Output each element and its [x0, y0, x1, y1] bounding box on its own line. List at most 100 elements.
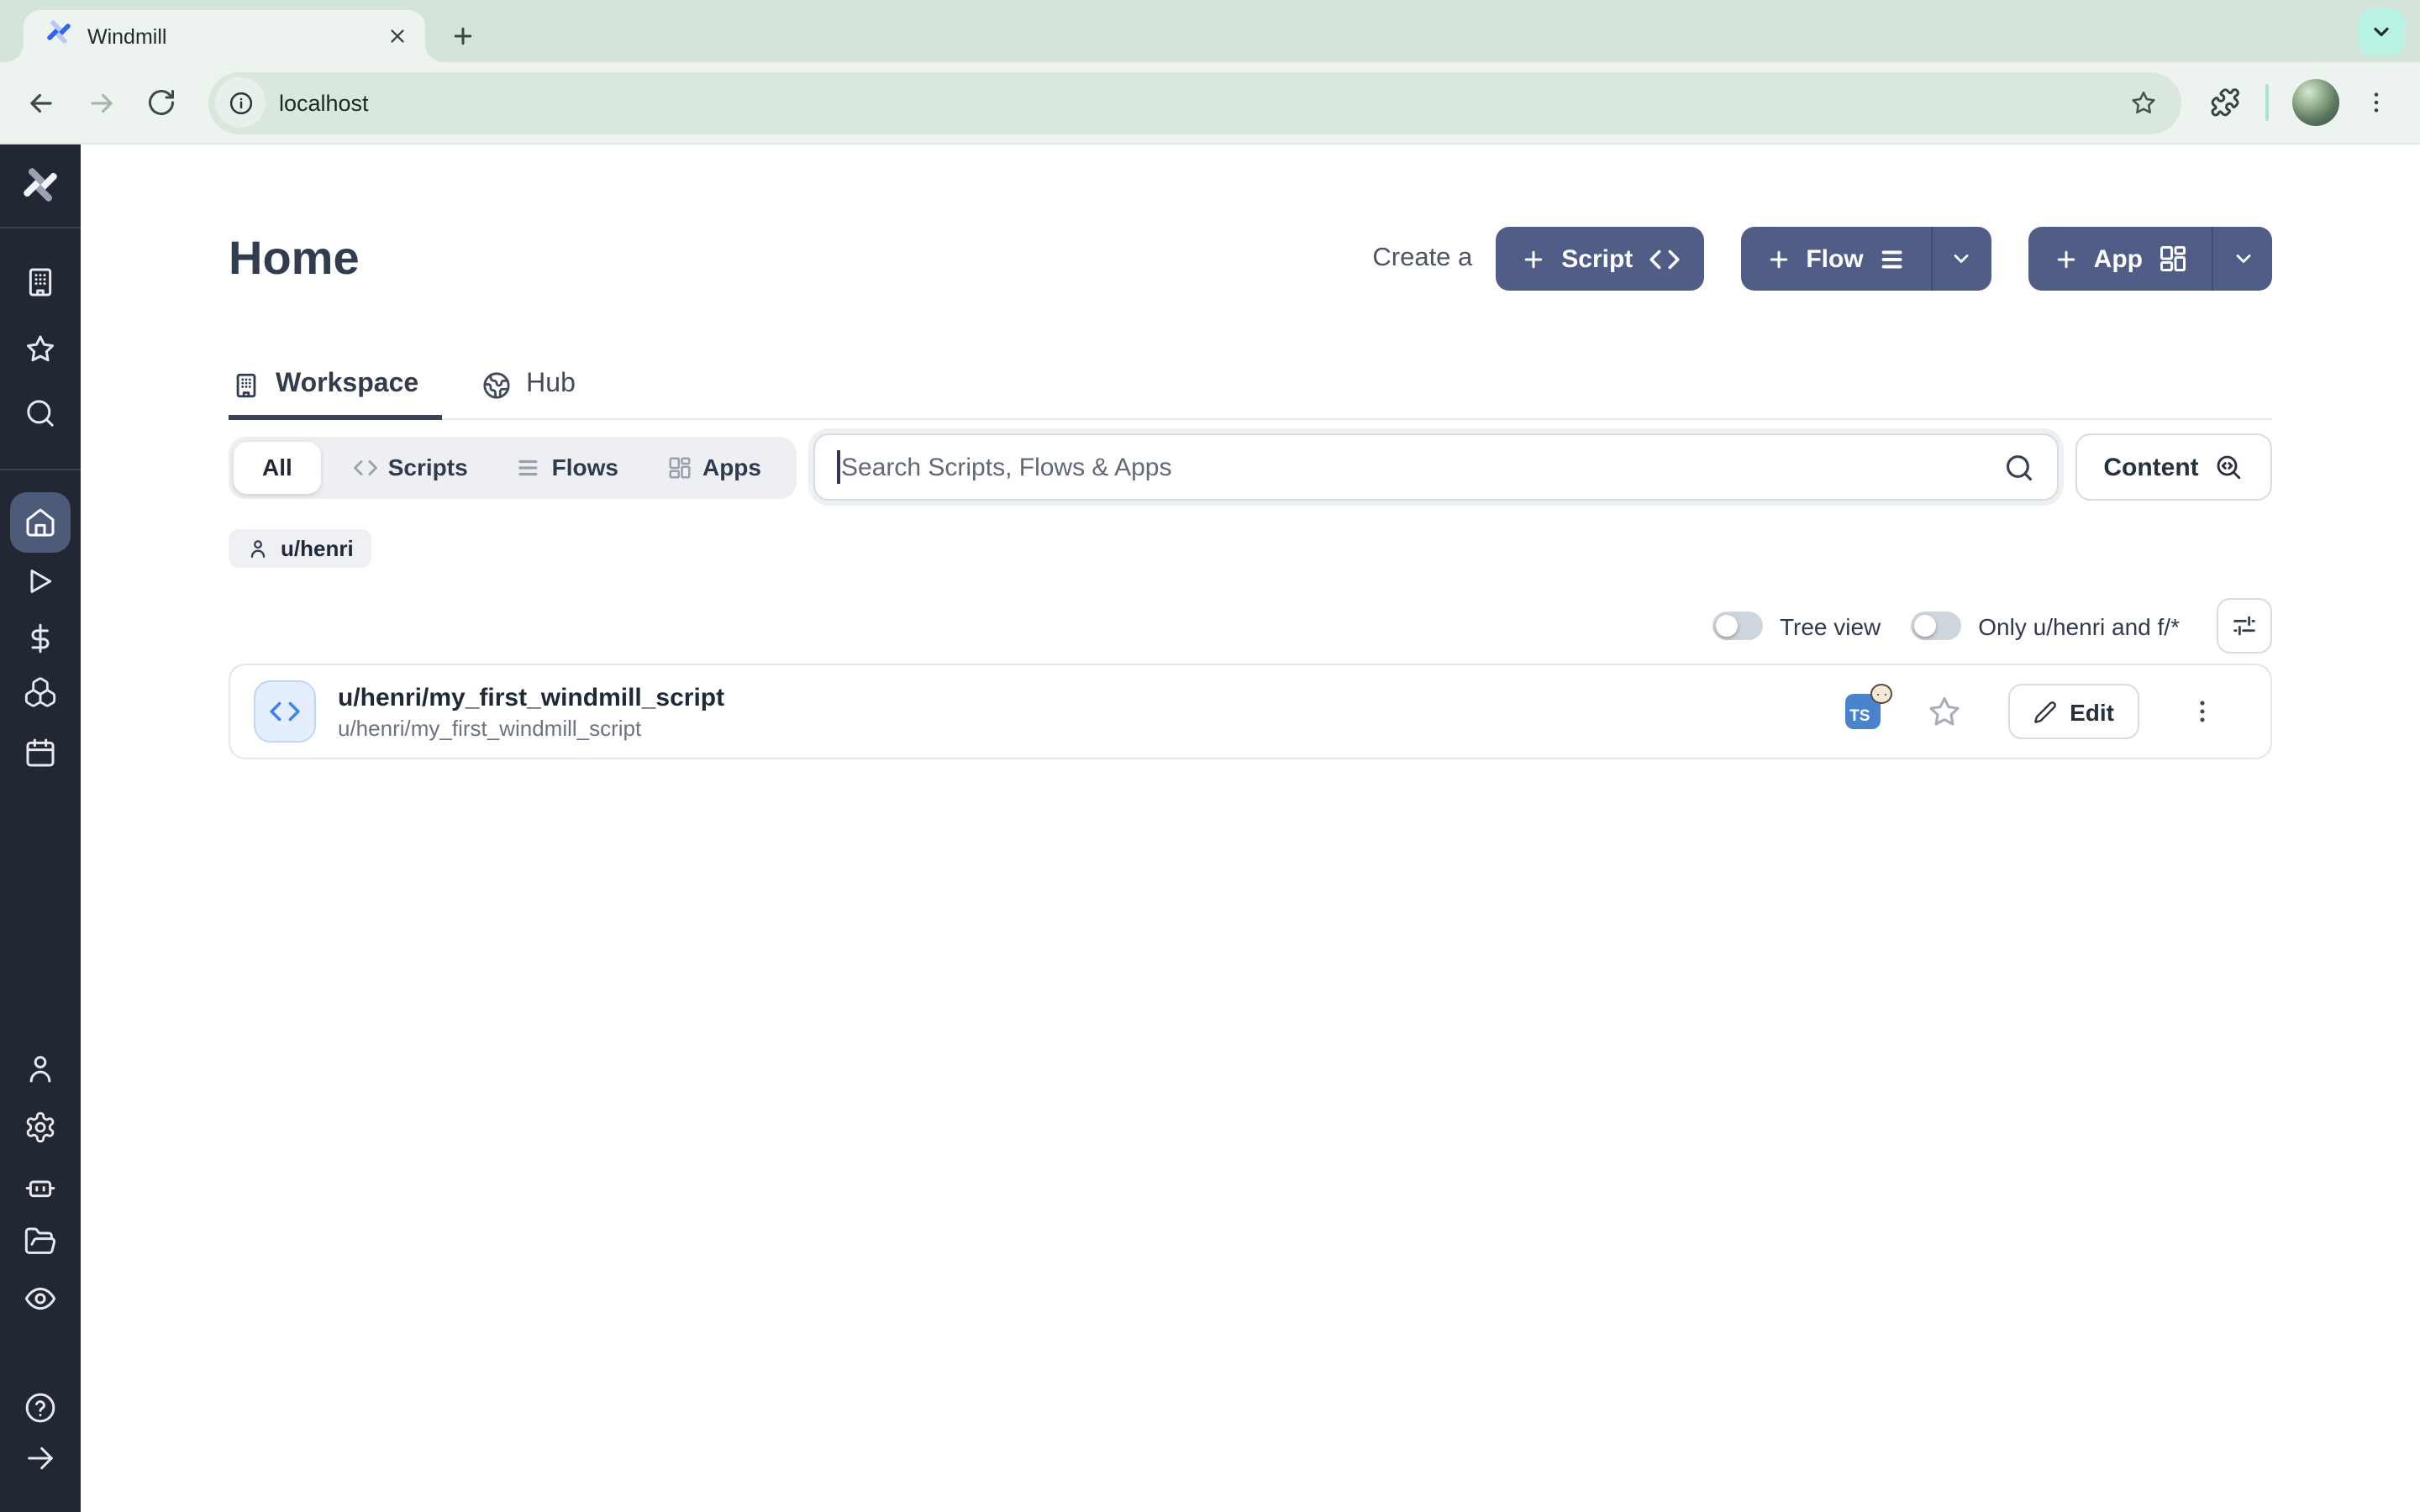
filter-scripts-label: Scripts	[388, 454, 468, 480]
reload-button[interactable]	[134, 76, 188, 129]
flow-lines-icon	[1879, 244, 1907, 273]
create-flow-label: Flow	[1806, 244, 1863, 273]
sidebar-gear-icon[interactable]	[24, 1110, 57, 1144]
search-magnifier-icon	[2003, 451, 2035, 483]
create-flow-button[interactable]: Flow	[1740, 227, 1930, 291]
building-icon	[232, 370, 260, 399]
forward-button[interactable]	[74, 76, 128, 129]
owner-chip[interactable]: u/henri	[229, 529, 372, 568]
edit-button[interactable]: Edit	[2007, 684, 2139, 739]
owner-chip-label: u/henri	[281, 536, 354, 561]
windmill-favicon-icon	[45, 18, 72, 54]
browser-toolbar: localhost	[0, 62, 2420, 144]
create-a-label: Create a	[1372, 244, 1472, 274]
browser-tab-strip: Windmill	[0, 0, 2420, 62]
filter-apps-label: Apps	[702, 454, 761, 480]
site-info-icon[interactable]	[215, 77, 266, 128]
filter-apps[interactable]: Apps	[650, 454, 778, 480]
sidebar	[0, 144, 81, 1512]
typescript-badge: TS	[1844, 694, 1880, 729]
sidebar-expand-arrow-icon[interactable]	[24, 1441, 57, 1475]
sidebar-building-icon[interactable]	[24, 265, 57, 299]
create-script-label: Script	[1561, 244, 1633, 273]
plus-icon	[1765, 246, 1791, 271]
script-title[interactable]: u/henri/my_first_windmill_script	[338, 681, 1844, 713]
app-grid-icon	[2158, 244, 2188, 274]
search-placeholder: Search Scripts, Flows & Apps	[841, 453, 2003, 481]
browser-tab[interactable]: Windmill	[24, 10, 425, 62]
create-app-label: App	[2094, 244, 2143, 273]
create-flow-dropdown-chevron[interactable]	[1931, 227, 1991, 291]
person-icon	[247, 538, 269, 559]
sidebar-star-icon[interactable]	[24, 333, 57, 366]
sidebar-dollar-icon[interactable]	[24, 622, 57, 655]
page-title: Home	[229, 232, 1372, 286]
tab-title: Windmill	[87, 24, 383, 48]
sidebar-folder-open-icon[interactable]	[24, 1225, 57, 1258]
items-list: u/henri/my_first_windmill_script u/henri…	[229, 664, 2272, 759]
create-app-dropdown-chevron[interactable]	[2212, 227, 2272, 291]
sidebar-divider	[0, 469, 81, 470]
browser-menu-kebab-icon[interactable]	[2349, 76, 2403, 129]
kind-filter-group: All Scripts Flows Apps	[229, 436, 797, 498]
tab-close-icon[interactable]	[383, 22, 412, 50]
sidebar-robot-icon[interactable]	[24, 1169, 57, 1203]
search-code-icon	[2214, 452, 2244, 482]
tree-view-toggle[interactable]	[1712, 612, 1763, 640]
text-caret	[837, 450, 839, 484]
only-owner-toggle[interactable]	[1911, 612, 1961, 640]
view-tabs: Workspace Hub	[229, 370, 2272, 420]
sidebar-question-icon[interactable]	[24, 1391, 57, 1425]
tab-hub-label: Hub	[526, 370, 576, 400]
script-row-text: u/henri/my_first_windmill_script u/henri…	[338, 681, 1844, 742]
sidebar-eye-icon[interactable]	[24, 1282, 57, 1315]
content-button-label: Content	[2103, 453, 2198, 481]
create-script-button[interactable]: Script	[1496, 227, 1703, 291]
typescript-badge-label: TS	[1849, 706, 1870, 725]
flow-lines-icon	[517, 454, 542, 480]
sidebar-calendar-icon[interactable]	[24, 736, 57, 769]
create-app-split-button: App	[2028, 227, 2272, 291]
back-button[interactable]	[13, 76, 67, 129]
filter-scripts[interactable]: Scripts	[336, 454, 485, 480]
tab-workspace[interactable]: Workspace	[229, 370, 442, 418]
sidebar-divider	[0, 227, 81, 228]
url-text: localhost	[279, 90, 2129, 115]
favorite-star-icon[interactable]	[1925, 693, 1962, 730]
row-menu-kebab-icon[interactable]	[2185, 697, 2220, 726]
sidebar-play-icon[interactable]	[24, 564, 57, 598]
create-app-button[interactable]: App	[2028, 227, 2212, 291]
sidebar-boxes-icon[interactable]	[24, 675, 57, 709]
tab-workspace-label: Workspace	[276, 370, 418, 400]
plus-icon	[2054, 246, 2079, 271]
script-path: u/henri/my_first_windmill_script	[338, 713, 1844, 742]
filter-all[interactable]: All	[234, 441, 321, 493]
tree-view-label: Tree view	[1780, 612, 1881, 639]
search-input[interactable]: Search Scripts, Flows & Apps	[813, 433, 2059, 501]
main-content: Home Create a Script Flow	[81, 144, 2420, 1512]
sliders-icon	[2230, 612, 2259, 640]
sidebar-person-icon[interactable]	[24, 1052, 57, 1085]
filter-flows-label: Flows	[552, 454, 618, 480]
address-bar[interactable]: localhost	[208, 71, 2181, 134]
extensions-puzzle-icon[interactable]	[2198, 76, 2252, 129]
tab-search-chevron-button[interactable]	[2358, 8, 2405, 55]
filter-flows[interactable]: Flows	[500, 454, 635, 480]
app-grid-icon	[667, 454, 692, 480]
create-flow-split-button: Flow	[1740, 227, 1991, 291]
bun-runtime-icon	[1870, 684, 1891, 704]
toolbar-separator	[2265, 84, 2269, 121]
content-search-button[interactable]: Content	[2075, 433, 2272, 501]
code-icon	[1648, 243, 1680, 275]
display-settings-button[interactable]	[2217, 598, 2272, 654]
sidebar-home-icon[interactable]	[10, 492, 71, 553]
globe-icon	[482, 370, 511, 399]
bookmark-star-icon[interactable]	[2129, 88, 2158, 117]
windmill-logo-icon	[21, 165, 60, 204]
script-row[interactable]: u/henri/my_first_windmill_script u/henri…	[230, 665, 2270, 758]
tab-hub[interactable]: Hub	[479, 370, 599, 418]
new-tab-button[interactable]	[440, 13, 484, 57]
profile-avatar[interactable]	[2292, 79, 2339, 126]
screen: Windmill localhost	[0, 0, 2420, 1512]
sidebar-magnifier-icon[interactable]	[24, 396, 57, 430]
